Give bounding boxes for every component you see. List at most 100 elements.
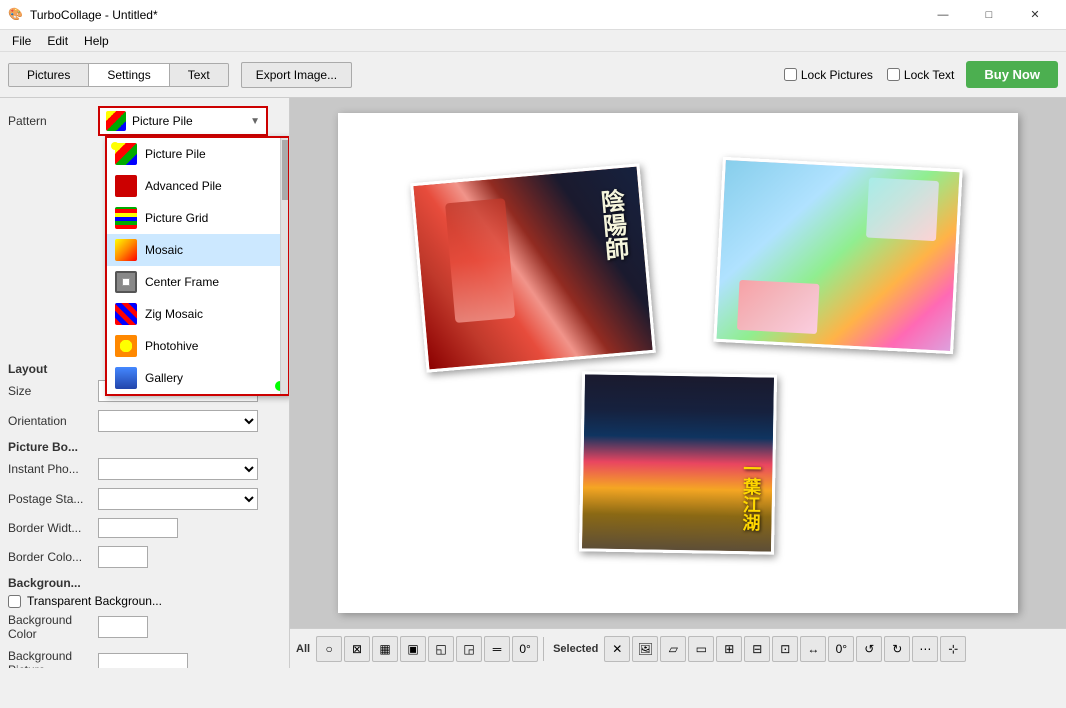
bt-all-fit-h[interactable]: ◲ — [456, 636, 482, 662]
bg-picture-label: Background Picture — [8, 649, 98, 668]
bt-sel-crop[interactable]: ▱ — [660, 636, 686, 662]
bt-sel-resize[interactable]: ▭ — [688, 636, 714, 662]
orientation-select[interactable] — [98, 410, 258, 432]
bt-sel-rotate-ccw[interactable]: ↺ — [856, 636, 882, 662]
bg-color-label: Background Color — [8, 613, 98, 641]
dropdown-scrollbar[interactable] — [280, 138, 288, 394]
dropdown-item-gallery[interactable]: Gallery — [107, 362, 288, 394]
all-label: All — [296, 643, 310, 655]
canvas-area: 陰陽師 一葉江湖 All — [290, 98, 1066, 668]
export-image-button[interactable]: Export Image... — [241, 62, 352, 88]
advanced-pile-label: Advanced Pile — [145, 179, 222, 193]
orientation-label: Orientation — [8, 414, 98, 428]
photo-1[interactable]: 陰陽師 — [410, 163, 656, 372]
dropdown-item-mosaic[interactable]: Mosaic — [107, 234, 288, 266]
left-panel: Pattern Picture Pile ▼ Picture Pile — [0, 98, 290, 668]
selected-label: Selected — [553, 643, 598, 655]
dropdown-item-picture-pile[interactable]: Picture Pile — [107, 138, 288, 170]
window-controls: — □ ✕ — [920, 0, 1058, 30]
pattern-selected-text: Picture Pile — [132, 114, 250, 128]
scrollbar-thumb[interactable] — [282, 140, 288, 200]
bt-sel-fit[interactable]: ⊡ — [772, 636, 798, 662]
picture-grid-icon — [115, 207, 137, 229]
pattern-row: Pattern Picture Pile ▼ Picture Pile — [8, 106, 281, 136]
picture-pile-label: Picture Pile — [145, 147, 206, 161]
postage-stamp-select[interactable] — [98, 488, 258, 510]
titlebar: 🎨 TurboCollage - Untitled* — □ ✕ — [0, 0, 1066, 30]
bt-all-grid[interactable]: ▦ — [372, 636, 398, 662]
border-width-input[interactable] — [98, 518, 178, 538]
bt-sel-rotate-cw[interactable]: ↻ — [884, 636, 910, 662]
pattern-icon — [106, 111, 126, 131]
bg-picture-input[interactable] — [98, 653, 188, 668]
maximize-button[interactable]: □ — [966, 0, 1012, 30]
photo-3[interactable]: 一葉江湖 — [579, 371, 777, 554]
dropdown-item-center-frame[interactable]: Center Frame — [107, 266, 288, 298]
dropdown-item-advanced-pile[interactable]: Advanced Pile — [107, 170, 288, 202]
border-color-swatch[interactable] — [98, 546, 148, 568]
lock-text-checkbox[interactable] — [887, 68, 900, 81]
tab-settings[interactable]: Settings — [89, 64, 169, 86]
app-body: Pattern Picture Pile ▼ Picture Pile — [0, 98, 1066, 668]
border-width-label: Border Widt... — [8, 521, 98, 535]
minimize-button[interactable]: — — [920, 0, 966, 30]
bt-all-horizontal[interactable]: ═ — [484, 636, 510, 662]
bt-all-rotate[interactable]: 0° — [512, 636, 538, 662]
lock-pictures-option[interactable]: Lock Pictures — [784, 68, 873, 82]
dropdown-item-picture-grid[interactable]: Picture Grid — [107, 202, 288, 234]
gallery-label: Gallery — [145, 371, 183, 385]
bt-all-fill[interactable]: ▣ — [400, 636, 426, 662]
zig-mosaic-icon — [115, 303, 137, 325]
bt-sel-zoom-in[interactable]: ⊞ — [716, 636, 742, 662]
zig-mosaic-label: Zig Mosaic — [145, 307, 203, 321]
size-label: Size — [8, 384, 98, 398]
lock-pictures-checkbox[interactable] — [784, 68, 797, 81]
transparent-bg-checkbox[interactable] — [8, 595, 21, 608]
bt-sel-rotate0[interactable]: 0° — [828, 636, 854, 662]
advanced-pile-icon — [115, 175, 137, 197]
app-icon: 🎨 — [8, 7, 24, 23]
buy-now-button[interactable]: Buy Now — [966, 61, 1058, 88]
photo-2[interactable] — [713, 157, 962, 354]
bt-sel-image[interactable]: 🖼 — [632, 636, 658, 662]
chinese-text-2: 一葉江湖 — [737, 459, 764, 531]
dropdown-item-photohive[interactable]: Photohive — [107, 330, 288, 362]
canvas-container[interactable]: 陰陽師 一葉江湖 — [290, 98, 1066, 628]
lock-text-label: Lock Text — [904, 68, 954, 82]
dropdown-arrow-icon: ▼ — [250, 116, 260, 127]
menu-edit[interactable]: Edit — [39, 32, 76, 50]
tab-text[interactable]: Text — [170, 64, 228, 86]
gallery-icon — [115, 367, 137, 389]
background-section-title: Backgroun... — [8, 576, 281, 590]
instant-photo-label: Instant Pho... — [8, 462, 98, 476]
photohive-label: Photohive — [145, 339, 198, 353]
menubar: File Edit Help — [0, 30, 1066, 52]
pattern-dropdown-menu: Picture Pile Advanced Pile Picture Grid — [105, 136, 290, 396]
bg-picture-row: Background Picture — [8, 649, 281, 668]
border-color-label: Border Colo... — [8, 550, 98, 564]
bt-sel-zoom-out[interactable]: ⊟ — [744, 636, 770, 662]
bt-all-fit-w[interactable]: ◱ — [428, 636, 454, 662]
pattern-dropdown[interactable]: Picture Pile ▼ — [98, 106, 268, 136]
bt-sel-more-1[interactable]: ⋯ — [912, 636, 938, 662]
close-button[interactable]: ✕ — [1012, 0, 1058, 30]
toolbar-separator — [543, 637, 544, 661]
bt-sel-remove[interactable]: ✕ — [604, 636, 630, 662]
collage-canvas[interactable]: 陰陽師 一葉江湖 — [338, 113, 1018, 613]
border-width-row: Border Widt... — [8, 518, 281, 538]
bt-sel-more-2[interactable]: ⊹ — [940, 636, 966, 662]
menu-help[interactable]: Help — [76, 32, 117, 50]
tab-pictures[interactable]: Pictures — [9, 64, 89, 86]
picture-border-section-title: Picture Bo... — [8, 440, 281, 454]
instant-photo-row: Instant Pho... — [8, 458, 281, 480]
dropdown-item-zig-mosaic[interactable]: Zig Mosaic — [107, 298, 288, 330]
bt-all-remove[interactable]: ⊠ — [344, 636, 370, 662]
bt-all-circle[interactable]: ○ — [316, 636, 342, 662]
dropdown-scroll-area[interactable]: Picture Pile Advanced Pile Picture Grid — [107, 138, 288, 394]
bt-sel-mirror[interactable]: ↔ — [800, 636, 826, 662]
lock-text-option[interactable]: Lock Text — [887, 68, 954, 82]
bg-color-swatch[interactable] — [98, 616, 148, 638]
menu-file[interactable]: File — [4, 32, 39, 50]
instant-photo-select[interactable] — [98, 458, 258, 480]
mosaic-label: Mosaic — [145, 243, 183, 257]
